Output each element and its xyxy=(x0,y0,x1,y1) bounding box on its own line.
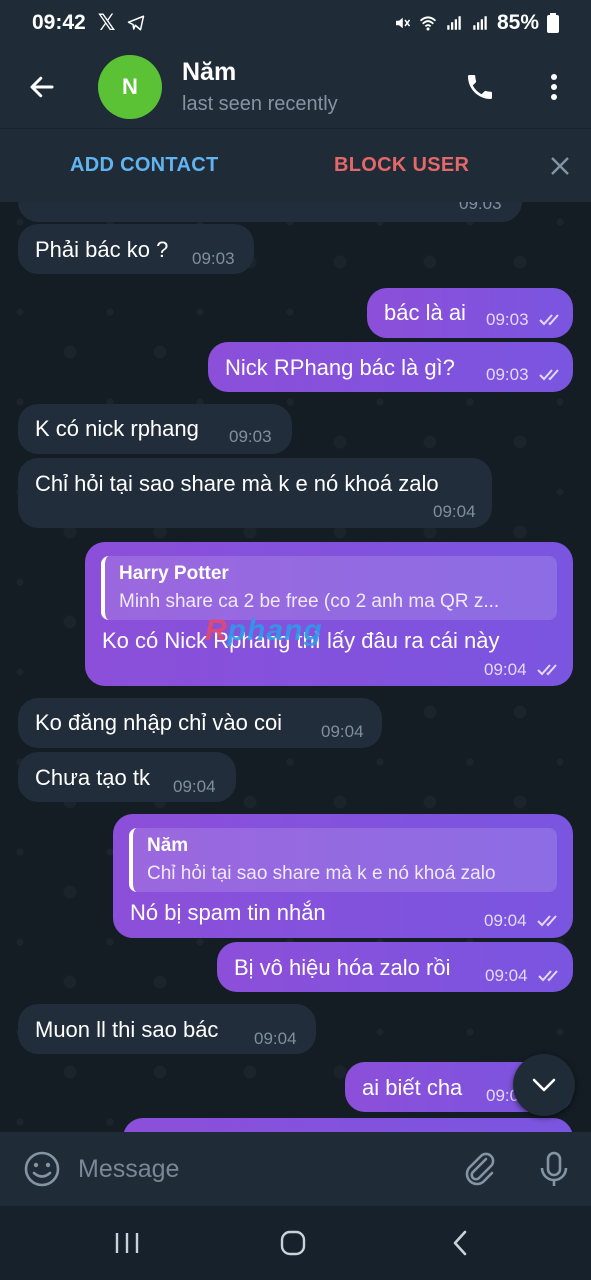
reply-preview[interactable]: Harry Potter Minh share ca 2 be free (co… xyxy=(101,556,557,620)
recents-button[interactable] xyxy=(107,1226,147,1260)
message-time: 09:03 xyxy=(192,249,235,268)
message-text: K có nick rphang xyxy=(35,416,199,441)
close-bar-button[interactable] xyxy=(540,146,580,186)
avatar-letter: N xyxy=(122,74,138,99)
message-incoming[interactable]: Phải bác ko ? 09:03 xyxy=(18,224,254,274)
message-outgoing[interactable]: bác là ai 09:03 xyxy=(367,288,573,338)
close-icon xyxy=(551,156,569,175)
avatar[interactable]: N xyxy=(98,55,162,119)
double-check-icon xyxy=(539,314,559,326)
mute-icon xyxy=(395,17,411,29)
message-text: Ko đăng nhập chỉ vào coi xyxy=(35,710,283,735)
message-outgoing[interactable]: Nick RPhang bác là gì? 09:03 xyxy=(208,342,573,392)
watermark-logo: Rphang xyxy=(205,614,323,648)
arrow-left-icon xyxy=(30,76,54,98)
scroll-down-button[interactable] xyxy=(513,1054,575,1116)
message-time: 09:04 xyxy=(433,502,476,521)
add-contact-button[interactable]: ADD CONTACT xyxy=(70,154,218,177)
message-text: Chỉ hỏi tại sao share mà k e nó khoá zal… xyxy=(35,471,439,496)
message-time: 09:03 xyxy=(486,310,529,329)
message-time: 09:04 xyxy=(254,1029,297,1048)
status-right: 85% xyxy=(393,11,559,35)
message-text: ai biết cha xyxy=(362,1075,463,1100)
signal-icon-2 xyxy=(473,16,487,30)
message-text: Nó bị spam tin nhắn xyxy=(130,900,326,925)
message-incoming[interactable]: Chỉ hỏi tại sao share mà k e nó khoá zal… xyxy=(18,458,492,528)
contact-action-bar: ADD CONTACT BLOCK USER xyxy=(0,128,591,202)
recents-icon xyxy=(115,1233,139,1253)
watermark-r: R xyxy=(205,614,228,647)
message-text: Bị vô hiệu hóa zalo rồi xyxy=(234,955,451,980)
chevron-down-icon xyxy=(532,1078,556,1092)
message-time: 09:04 xyxy=(485,966,528,985)
contact-info[interactable]: Năm last seen recently xyxy=(182,58,338,116)
call-button[interactable] xyxy=(443,46,517,128)
status-left: 09:42 𝕏 xyxy=(32,10,145,36)
message-text: bác là ai xyxy=(384,300,466,325)
message-text: Muon ll thi sao bác xyxy=(35,1017,219,1042)
chat-area[interactable]: 09:03 Phải bác ko ? 09:03 bác là ai 09:0… xyxy=(0,202,591,1132)
message-outgoing-reply[interactable]: Harry Potter Minh share ca 2 be free (co… xyxy=(85,542,573,686)
home-button[interactable] xyxy=(273,1226,313,1260)
back-button[interactable] xyxy=(0,46,84,128)
message-text: Phải bác ko ? xyxy=(35,237,169,262)
message-time: 09:03 xyxy=(486,365,529,384)
back-nav-button[interactable] xyxy=(440,1226,480,1260)
more-vert-icon xyxy=(551,74,557,100)
message-incoming[interactable]: Ko đăng nhập chỉ vào coi 09:04 xyxy=(18,698,382,748)
reply-text: Chỉ hỏi tại sao share mà k e nó khoá zal… xyxy=(147,863,496,884)
reply-text: Minh share ca 2 be free (co 2 anh ma QR … xyxy=(119,591,500,612)
reply-preview[interactable]: Năm Chỉ hỏi tại sao share mà k e nó khoá… xyxy=(129,828,557,892)
watermark-phang: phang xyxy=(227,614,323,647)
status-time: 09:42 xyxy=(32,11,86,34)
wifi-icon xyxy=(419,16,437,31)
message-composer xyxy=(0,1132,591,1206)
status-bar: 09:42 𝕏 85% xyxy=(0,0,591,46)
emoji-icon[interactable] xyxy=(22,1149,62,1189)
signal-icon xyxy=(447,16,461,30)
message-time: 09:04 xyxy=(321,722,364,741)
message-time: 09:03 xyxy=(229,427,272,446)
x-app-icon: 𝕏 xyxy=(97,10,116,35)
system-nav-bar xyxy=(0,1206,591,1280)
message-time: 09:03 xyxy=(459,202,502,213)
reply-author: Năm xyxy=(147,835,189,856)
message-text: Nick RPhang bác là gì? xyxy=(225,355,455,380)
phone-icon xyxy=(468,75,492,99)
contact-name: Năm xyxy=(182,58,237,86)
battery-icon xyxy=(547,13,559,33)
message-partial: 09:03 xyxy=(18,202,522,222)
reply-author: Harry Potter xyxy=(119,563,229,584)
telegram-icon xyxy=(128,15,145,31)
mic-icon[interactable] xyxy=(534,1149,574,1189)
message-outgoing-reply[interactable]: Năm Chỉ hỏi tại sao share mà k e nó khoá… xyxy=(113,814,573,938)
message-input[interactable] xyxy=(78,1152,438,1186)
chat-header: N Năm last seen recently xyxy=(0,46,591,128)
message-time: 09:04 xyxy=(484,660,527,679)
message-incoming[interactable]: Chưa tạo tk 09:04 xyxy=(18,752,236,802)
message-text: Chưa tạo tk xyxy=(35,765,151,790)
message-incoming[interactable]: K có nick rphang 09:03 xyxy=(18,404,292,454)
message-time: 09:04 xyxy=(173,777,216,796)
double-check-icon xyxy=(537,915,557,927)
message-outgoing[interactable]: Bị vô hiệu hóa zalo rồi 09:04 xyxy=(217,942,573,992)
message-incoming[interactable]: Muon ll thi sao bác 09:04 xyxy=(18,1004,316,1054)
double-check-icon xyxy=(539,369,559,381)
battery-percent: 85% xyxy=(496,11,539,34)
double-check-icon xyxy=(538,970,558,982)
double-check-icon xyxy=(537,664,557,676)
back-icon xyxy=(453,1230,467,1256)
message-outgoing-partial xyxy=(123,1118,573,1132)
contact-status: last seen recently xyxy=(182,93,338,115)
home-icon xyxy=(280,1230,306,1256)
paperclip-icon[interactable] xyxy=(460,1149,500,1189)
block-user-button[interactable]: BLOCK USER xyxy=(334,154,469,177)
message-time: 09:04 xyxy=(484,911,527,930)
header-actions xyxy=(443,46,591,128)
more-button[interactable] xyxy=(517,46,591,128)
